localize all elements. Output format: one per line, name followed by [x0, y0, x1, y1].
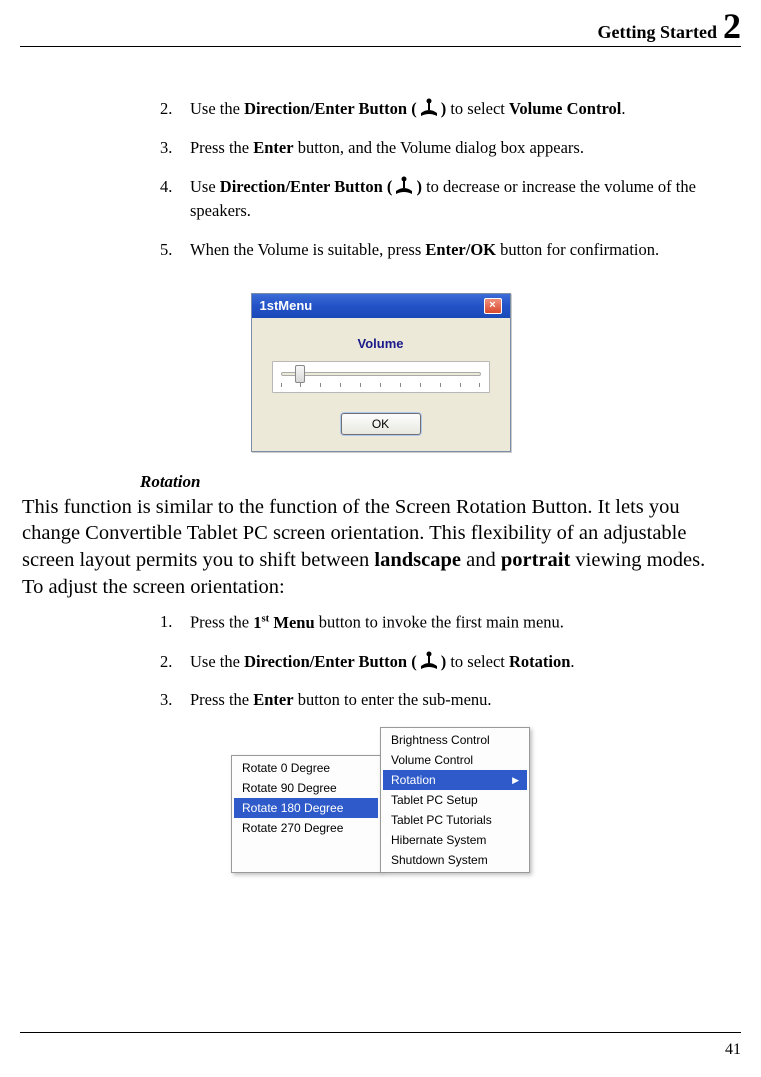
menu-item-rotate-180[interactable]: Rotate 180 Degree: [234, 798, 378, 818]
menu-item-tablet-tutorials[interactable]: Tablet PC Tutorials: [383, 810, 527, 830]
volume-dialog-figure: 1stMenu × Volume OK: [20, 293, 741, 452]
item-number: 3.: [160, 688, 190, 713]
rotation-subheading: Rotation: [140, 472, 741, 492]
item-text: When the Volume is suitable, press Enter…: [190, 238, 721, 263]
list-item: 4. Use Direction/Enter Button () to decr…: [160, 175, 721, 225]
dialog-title: 1stMenu: [260, 298, 313, 313]
item-number: 1.: [160, 610, 190, 635]
menu-item-rotate-0[interactable]: Rotate 0 Degree: [234, 758, 378, 778]
item-text: Press the Enter button to enter the sub-…: [190, 688, 721, 713]
item-number: 4.: [160, 175, 190, 225]
menu-item-tablet-setup[interactable]: Tablet PC Setup: [383, 790, 527, 810]
volume-slider[interactable]: [272, 361, 490, 393]
volume-dialog-window: 1stMenu × Volume OK: [251, 293, 511, 452]
list-item: 3. Press the Enter button to enter the s…: [160, 688, 721, 713]
item-number: 2.: [160, 97, 190, 122]
list-item: 1. Press the 1st Menu button to invoke t…: [160, 610, 721, 635]
item-text: Use the Direction/Enter Button () to sel…: [190, 97, 721, 122]
menu-item-rotate-270[interactable]: Rotate 270 Degree: [234, 818, 378, 838]
dialog-body: Volume OK: [252, 318, 510, 451]
list-item: 3. Press the Enter button, and the Volum…: [160, 136, 721, 161]
list-item: 2. Use the Direction/Enter Button () to …: [160, 97, 721, 122]
rotation-menu-figure: Rotate 0 Degree Rotate 90 Degree Rotate …: [20, 727, 741, 873]
list-item: 2. Use the Direction/Enter Button () to …: [160, 650, 721, 675]
dialog-titlebar: 1stMenu ×: [252, 294, 510, 318]
rotation-submenu: Rotate 0 Degree Rotate 90 Degree Rotate …: [231, 755, 381, 873]
item-number: 3.: [160, 136, 190, 161]
header-title: Getting Started: [598, 22, 723, 43]
page-footer: 41: [20, 1032, 741, 1059]
menu-item-brightness[interactable]: Brightness Control: [383, 730, 527, 750]
menu-item-shutdown[interactable]: Shutdown System: [383, 850, 527, 870]
item-number: 2.: [160, 650, 190, 675]
menu-item-hibernate[interactable]: Hibernate System: [383, 830, 527, 850]
rotation-description: This function is similar to the function…: [20, 494, 741, 611]
item-text: Use the Direction/Enter Button () to sel…: [190, 650, 721, 675]
steps-list-rotation: 1. Press the 1st Menu button to invoke t…: [20, 610, 741, 713]
list-item: 5. When the Volume is suitable, press En…: [160, 238, 721, 263]
item-number: 5.: [160, 238, 190, 263]
item-text: Press the Enter button, and the Volume d…: [190, 136, 721, 161]
direction-enter-icon: [417, 651, 441, 671]
direction-enter-icon: [392, 176, 416, 196]
slider-thumb[interactable]: [295, 365, 305, 383]
close-icon[interactable]: ×: [484, 298, 502, 314]
item-text: Press the 1st Menu button to invoke the …: [190, 610, 721, 635]
dialog-volume-label: Volume: [266, 336, 496, 351]
ok-button[interactable]: OK: [341, 413, 421, 435]
main-menu: Brightness Control Volume Control Rotati…: [380, 727, 530, 873]
page-header: Getting Started 2: [20, 0, 741, 47]
menu-item-volume-control[interactable]: Volume Control: [383, 750, 527, 770]
header-chapter-number: 2: [723, 8, 741, 44]
direction-enter-icon: [417, 98, 441, 118]
item-text: Use Direction/Enter Button () to decreas…: [190, 175, 721, 225]
menu-item-rotation[interactable]: Rotation▶: [383, 770, 527, 790]
steps-list-volume: 2. Use the Direction/Enter Button () to …: [20, 97, 741, 263]
menu-item-rotate-90[interactable]: Rotate 90 Degree: [234, 778, 378, 798]
submenu-arrow-icon: ▶: [512, 775, 519, 786]
page-number: 41: [725, 1041, 741, 1058]
